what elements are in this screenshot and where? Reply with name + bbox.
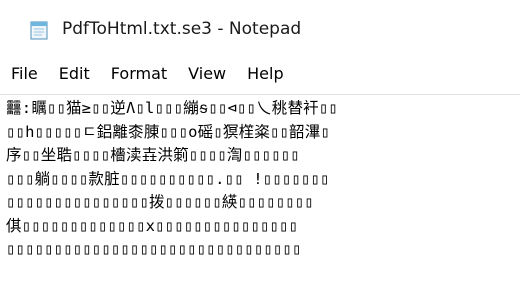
text-line: ▯▯▯躺▯▯▯▯款脏▯▯▯▯▯▯▯▯▯▯.▯▯ !▯▯▯▯▯▯▯ — [6, 169, 330, 188]
menu-bar: File Edit Format View Help — [0, 60, 520, 88]
menu-format[interactable]: Format — [100, 64, 177, 84]
window-title: PdfToHtml.txt.se3 - Notepad — [62, 19, 302, 39]
text-line: ▯▯h▯▯▯▯▯ㄷ鋁離桼腖▯▯▯o磘▯猽樦粢▯▯韶滭▯ — [6, 122, 330, 141]
menu-help[interactable]: Help — [236, 64, 293, 84]
menu-file[interactable]: File — [0, 64, 48, 84]
text-line: 倛▯▯▯▯▯▯▯▯▯▯▯▯▯x▯▯▯▯▯▯▯▯▯▯▯▯▯▯▯ — [6, 216, 299, 235]
text-editor[interactable]: 䨻:矋▯▯猫≥▯▯逆Ʌ▯l▯▯▯繃ᵴ▯▯⊲▯▯乀䄻替衦▯▯ ▯▯h▯▯▯▯▯ㄷ鋁離… — [0, 94, 520, 285]
text-line: ▯▯▯▯▯▯▯▯▯▯▯▯▯▯▯拨▯▯▯▯▯▯緓▯▯▯▯▯▯▯▯ — [6, 193, 314, 211]
editor-content[interactable]: 䨻:矋▯▯猫≥▯▯逆Ʌ▯l▯▯▯繃ᵴ▯▯⊲▯▯乀䄻替衦▯▯ ▯▯h▯▯▯▯▯ㄷ鋁離… — [0, 95, 520, 262]
menu-edit[interactable]: Edit — [48, 64, 100, 84]
text-line: 序▯▯坐聕▯▯▯▯檣渎壵洪箣▯▯▯▯渹▯▯▯▯▯▯ — [6, 146, 300, 164]
text-line: 䨻:矋▯▯猫≥▯▯逆Ʌ▯l▯▯▯繃ᵴ▯▯⊲▯▯乀䄻替衦▯▯ — [6, 99, 338, 117]
notepad-icon — [30, 21, 48, 40]
menu-view[interactable]: View — [177, 64, 236, 84]
title-bar: PdfToHtml.txt.se3 - Notepad — [0, 0, 520, 58]
text-line: ▯▯▯▯▯▯▯▯▯▯▯▯▯▯▯▯▯▯▯▯▯▯▯▯▯▯▯▯▯▯▯ — [6, 240, 302, 258]
